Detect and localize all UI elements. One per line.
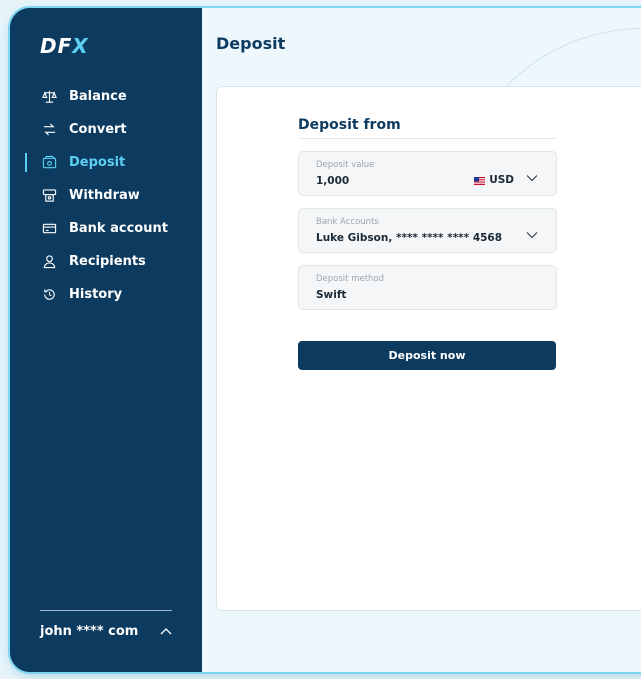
person-icon	[41, 254, 57, 270]
sidebar: DFX Balance Convert Deposit Withdraw Ban…	[10, 8, 202, 672]
user-menu[interactable]: john **** com	[40, 624, 172, 639]
sidebar-item-recipients[interactable]: Recipients	[10, 245, 202, 278]
sidebar-item-label: Bank account	[69, 221, 168, 236]
card-icon	[41, 221, 57, 237]
currency-code: USD	[489, 174, 514, 186]
chevron-up-icon[interactable]	[160, 624, 172, 639]
chevron-down-icon[interactable]	[526, 174, 538, 182]
user-email: john **** com	[40, 624, 139, 639]
sidebar-item-label: Withdraw	[69, 188, 140, 203]
sidebar-item-withdraw[interactable]: Withdraw	[10, 179, 202, 212]
deposit-method-label: Deposit method	[316, 274, 385, 284]
bank-accounts-value[interactable]: Luke Gibson, **** **** **** 4568	[316, 232, 502, 244]
form-title-divider	[298, 138, 556, 139]
sidebar-nav: Balance Convert Deposit Withdraw Bank ac…	[10, 80, 202, 311]
logo-text: DF	[40, 34, 73, 58]
sidebar-item-label: History	[69, 287, 123, 302]
convert-icon	[41, 122, 57, 138]
user-divider	[40, 610, 172, 611]
app-window: DFX Balance Convert Deposit Withdraw Ban…	[10, 8, 641, 672]
bank-accounts-field[interactable]: Bank Accounts Luke Gibson, **** **** ***…	[298, 208, 557, 253]
sidebar-item-label: Recipients	[69, 254, 146, 269]
deposit-method-field[interactable]: Deposit method Swift	[298, 265, 557, 310]
sidebar-item-deposit[interactable]: Deposit	[10, 146, 202, 179]
logo-accent: X	[72, 34, 89, 58]
sidebar-item-history[interactable]: History	[10, 278, 202, 311]
page-title: Deposit	[216, 34, 286, 53]
bank-accounts-label: Bank Accounts	[316, 217, 379, 227]
us-flag-icon	[474, 176, 486, 185]
sidebar-item-convert[interactable]: Convert	[10, 113, 202, 146]
deposit-method-value[interactable]: Swift	[316, 289, 346, 301]
sidebar-item-bank-account[interactable]: Bank account	[10, 212, 202, 245]
deposit-card: Deposit from Deposit value 1,000 USD Ban…	[216, 86, 641, 611]
chevron-down-icon[interactable]	[526, 231, 538, 239]
sidebar-item-label: Balance	[69, 89, 127, 104]
sidebar-item-label: Convert	[69, 122, 127, 137]
main-content: Deposit Deposit from Deposit value 1,000…	[202, 8, 641, 672]
sidebar-item-label: Deposit	[69, 155, 126, 170]
deposit-value-input[interactable]: 1,000	[316, 175, 349, 187]
sidebar-item-balance[interactable]: Balance	[10, 80, 202, 113]
currency-selector[interactable]: USD	[474, 174, 514, 186]
deposit-value-label: Deposit value	[316, 160, 375, 170]
atm-icon	[41, 188, 57, 204]
dfx-logo[interactable]: DFX	[40, 34, 89, 58]
form-title: Deposit from	[298, 117, 401, 133]
wallet-icon	[41, 155, 57, 171]
history-icon	[41, 287, 57, 303]
deposit-now-button[interactable]: Deposit now	[298, 341, 556, 370]
deposit-value-field[interactable]: Deposit value 1,000 USD	[298, 151, 557, 196]
scale-icon	[41, 89, 57, 105]
